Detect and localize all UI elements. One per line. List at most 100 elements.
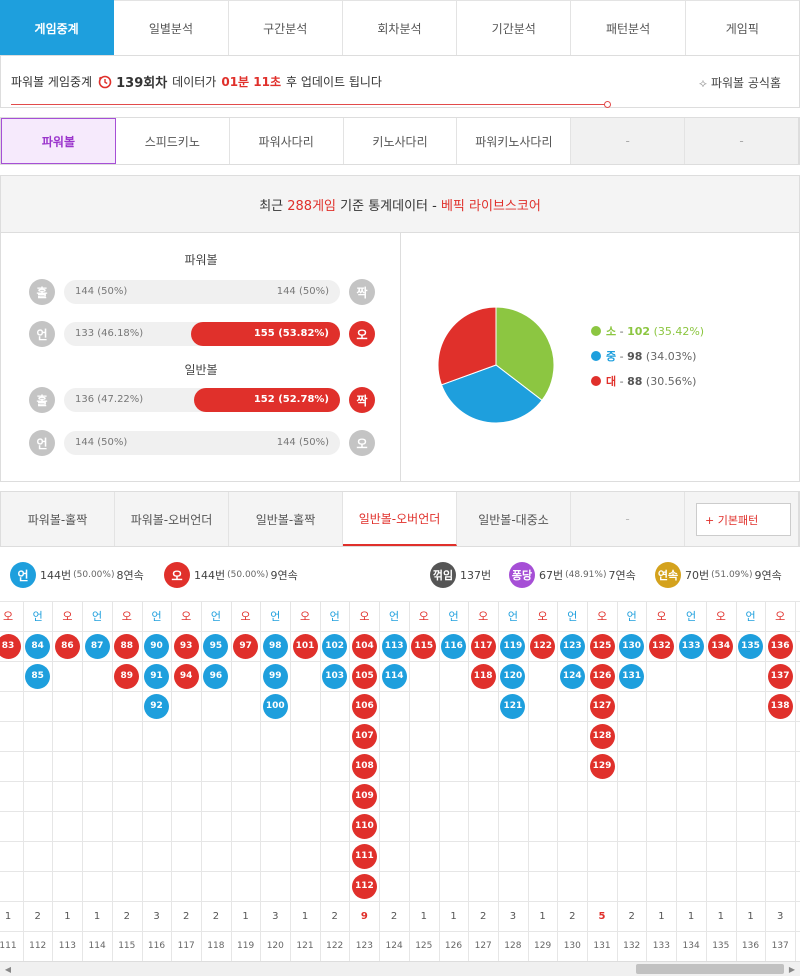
tab-top-3[interactable]: 회차분석 [342, 0, 458, 55]
pie-stats: 소 - 102 (35.42%) 중 - 98 (34.03%) 대 - 88 (3… [401, 233, 799, 481]
result-ball: 135 [738, 633, 763, 659]
tab-game-2[interactable]: 파워사다리 [229, 118, 344, 164]
tab-top-4[interactable]: 기간분석 [457, 0, 572, 55]
official-home-label: 파워볼 공식홈 [710, 76, 781, 90]
stat-track: 136 (47.22%) 152 (52.78%) [64, 388, 340, 412]
summary-pong-streak: 7연속 [608, 569, 636, 582]
legend-dot [591, 376, 601, 386]
grid-hline [0, 811, 800, 812]
grid-col-header: 오 [62, 610, 73, 623]
result-ball: 115 [411, 633, 437, 659]
tab-game-0[interactable]: 파워볼 [1, 118, 116, 164]
scroll-thumb[interactable] [636, 964, 784, 974]
horizontal-scrollbar[interactable]: ◀ ▶ [0, 961, 800, 976]
streak-count: 1 [747, 910, 754, 922]
tab-sub-3[interactable]: 일반볼-오버언더 [343, 492, 457, 546]
stat-row: 언 133 (46.18%) 155 (53.82%) 오 [29, 321, 375, 347]
streak-count: 1 [717, 910, 724, 922]
result-ball: 126 [589, 663, 615, 689]
result-ball: 124 [559, 663, 585, 689]
stat-fill: 155 (53.82%) [191, 322, 340, 346]
round-number: 123 [355, 941, 373, 951]
result-ball: 136 [767, 633, 793, 659]
tab-sub-0[interactable]: 파워볼-홀짝 [1, 492, 115, 546]
result-ball: 122 [530, 633, 556, 659]
normalball-label: 일반볼 [184, 363, 218, 377]
bar-stats: 파워볼 일반볼 홀 144 (50%) 144 (50%) 짝 언 133 (46.18%… [1, 233, 401, 481]
tab-game-1[interactable]: 스피드키노 [115, 118, 230, 164]
summary-cont-streak: 9연속 [754, 569, 782, 582]
stat-left-badge: 홀 [29, 279, 55, 305]
tab-top-6[interactable]: 게임픽 [685, 0, 800, 55]
result-ball: 131 [619, 663, 645, 689]
streak-count: 1 [420, 910, 427, 922]
tab-sub-4[interactable]: 일반볼-대중소 [457, 492, 571, 546]
grid-col-header: 언 [329, 610, 340, 623]
stats-title-pre: 최근 [259, 198, 284, 214]
grid-hline [0, 871, 800, 872]
result-ball: 120 [500, 663, 526, 689]
result-ball: 87 [84, 633, 110, 659]
scroll-right-icon[interactable]: ▶ [785, 963, 799, 976]
round-number: 122 [326, 941, 344, 951]
streak-count: 3 [509, 910, 517, 922]
summary-over: 오 144번 (50.00%) 9연속 [164, 562, 298, 588]
result-ball: 92 [144, 693, 169, 719]
round-number: 115 [118, 941, 136, 951]
round-number: 129 [534, 941, 552, 951]
tab-top-2[interactable]: 구간분석 [228, 0, 343, 55]
result-ball: 98 [262, 633, 288, 659]
round-number: 134 [682, 941, 700, 951]
round-number: 124 [385, 941, 403, 951]
grid-col-header: 언 [389, 610, 400, 623]
summary-over-pct: (50.00%) [227, 570, 269, 580]
basic-pattern-button[interactable]: + 기본패턴 [696, 503, 791, 536]
result-ball: 112 [351, 873, 377, 899]
streak-count: 2 [123, 910, 130, 922]
round-number: 118 [207, 941, 225, 951]
tab-sub-1[interactable]: 파워볼-오버언더 [115, 492, 229, 546]
stat-left-badge: 언 [29, 321, 55, 347]
official-home-link[interactable]: ⟡ 파워볼 공식홈 [699, 74, 781, 91]
stat-row: 언 144 (50%) 144 (50%) 오 [29, 430, 375, 456]
result-ball: 103 [322, 663, 348, 689]
stat-right-value: 144 (50%) [276, 437, 329, 448]
tab-top-5[interactable]: 패턴분석 [571, 0, 686, 55]
summary-break-count: 137번 [460, 569, 492, 582]
grid-col-header: 언 [745, 610, 756, 623]
result-ball: 106 [351, 693, 377, 719]
result-ball: 85 [25, 663, 51, 689]
stats-title-brand: 베픽 라이브스코어 [440, 198, 541, 214]
tab-game-4[interactable]: 파워키노사다리 [457, 118, 572, 164]
result-ball: 88 [114, 633, 140, 659]
stat-right-badge: 짝 [349, 279, 375, 305]
result-ball: 101 [292, 633, 318, 659]
summary-under-streak: 8연속 [116, 569, 144, 582]
streak-count: 1 [64, 910, 71, 922]
tab-top-1[interactable]: 일별분석 [114, 0, 229, 55]
summary-cont-badge: 연속 [655, 562, 681, 588]
result-ball: 84 [25, 633, 51, 659]
tab-game-3[interactable]: 키노사다리 [343, 118, 458, 164]
round-number: 137 [771, 941, 789, 951]
scroll-left-icon[interactable]: ◀ [1, 963, 15, 976]
grid-col-header: 언 [507, 610, 518, 623]
summary-over-streak: 9연속 [270, 569, 298, 582]
result-ball: 99 [262, 663, 288, 689]
size-pie-chart [437, 306, 555, 424]
streak-count: 3 [272, 910, 279, 922]
streak-count: 2 [628, 910, 635, 922]
streak-count: 1 [242, 910, 249, 922]
tab-sub-2[interactable]: 일반볼-홀짝 [229, 492, 343, 546]
result-ball: 121 [500, 693, 526, 719]
legend-count: 98 [627, 350, 643, 363]
summary-over-badge: 오 [164, 562, 190, 588]
stat-row: 홀 144 (50%) 144 (50%) 짝 [29, 279, 375, 305]
result-ball: 94 [173, 663, 199, 689]
game-tabs: 파워볼 스피드키노 파워사다리 키노사다리 파워키노사다리 - - [0, 117, 800, 165]
tab-top-0[interactable]: 게임중계 [0, 0, 115, 55]
stat-fill: 152 (52.78%) [194, 388, 340, 412]
summary-break: 꺾임 137번 [430, 562, 491, 588]
streak-count: 1 [4, 910, 12, 922]
stat-right-value: 152 (52.78%) [253, 394, 329, 405]
